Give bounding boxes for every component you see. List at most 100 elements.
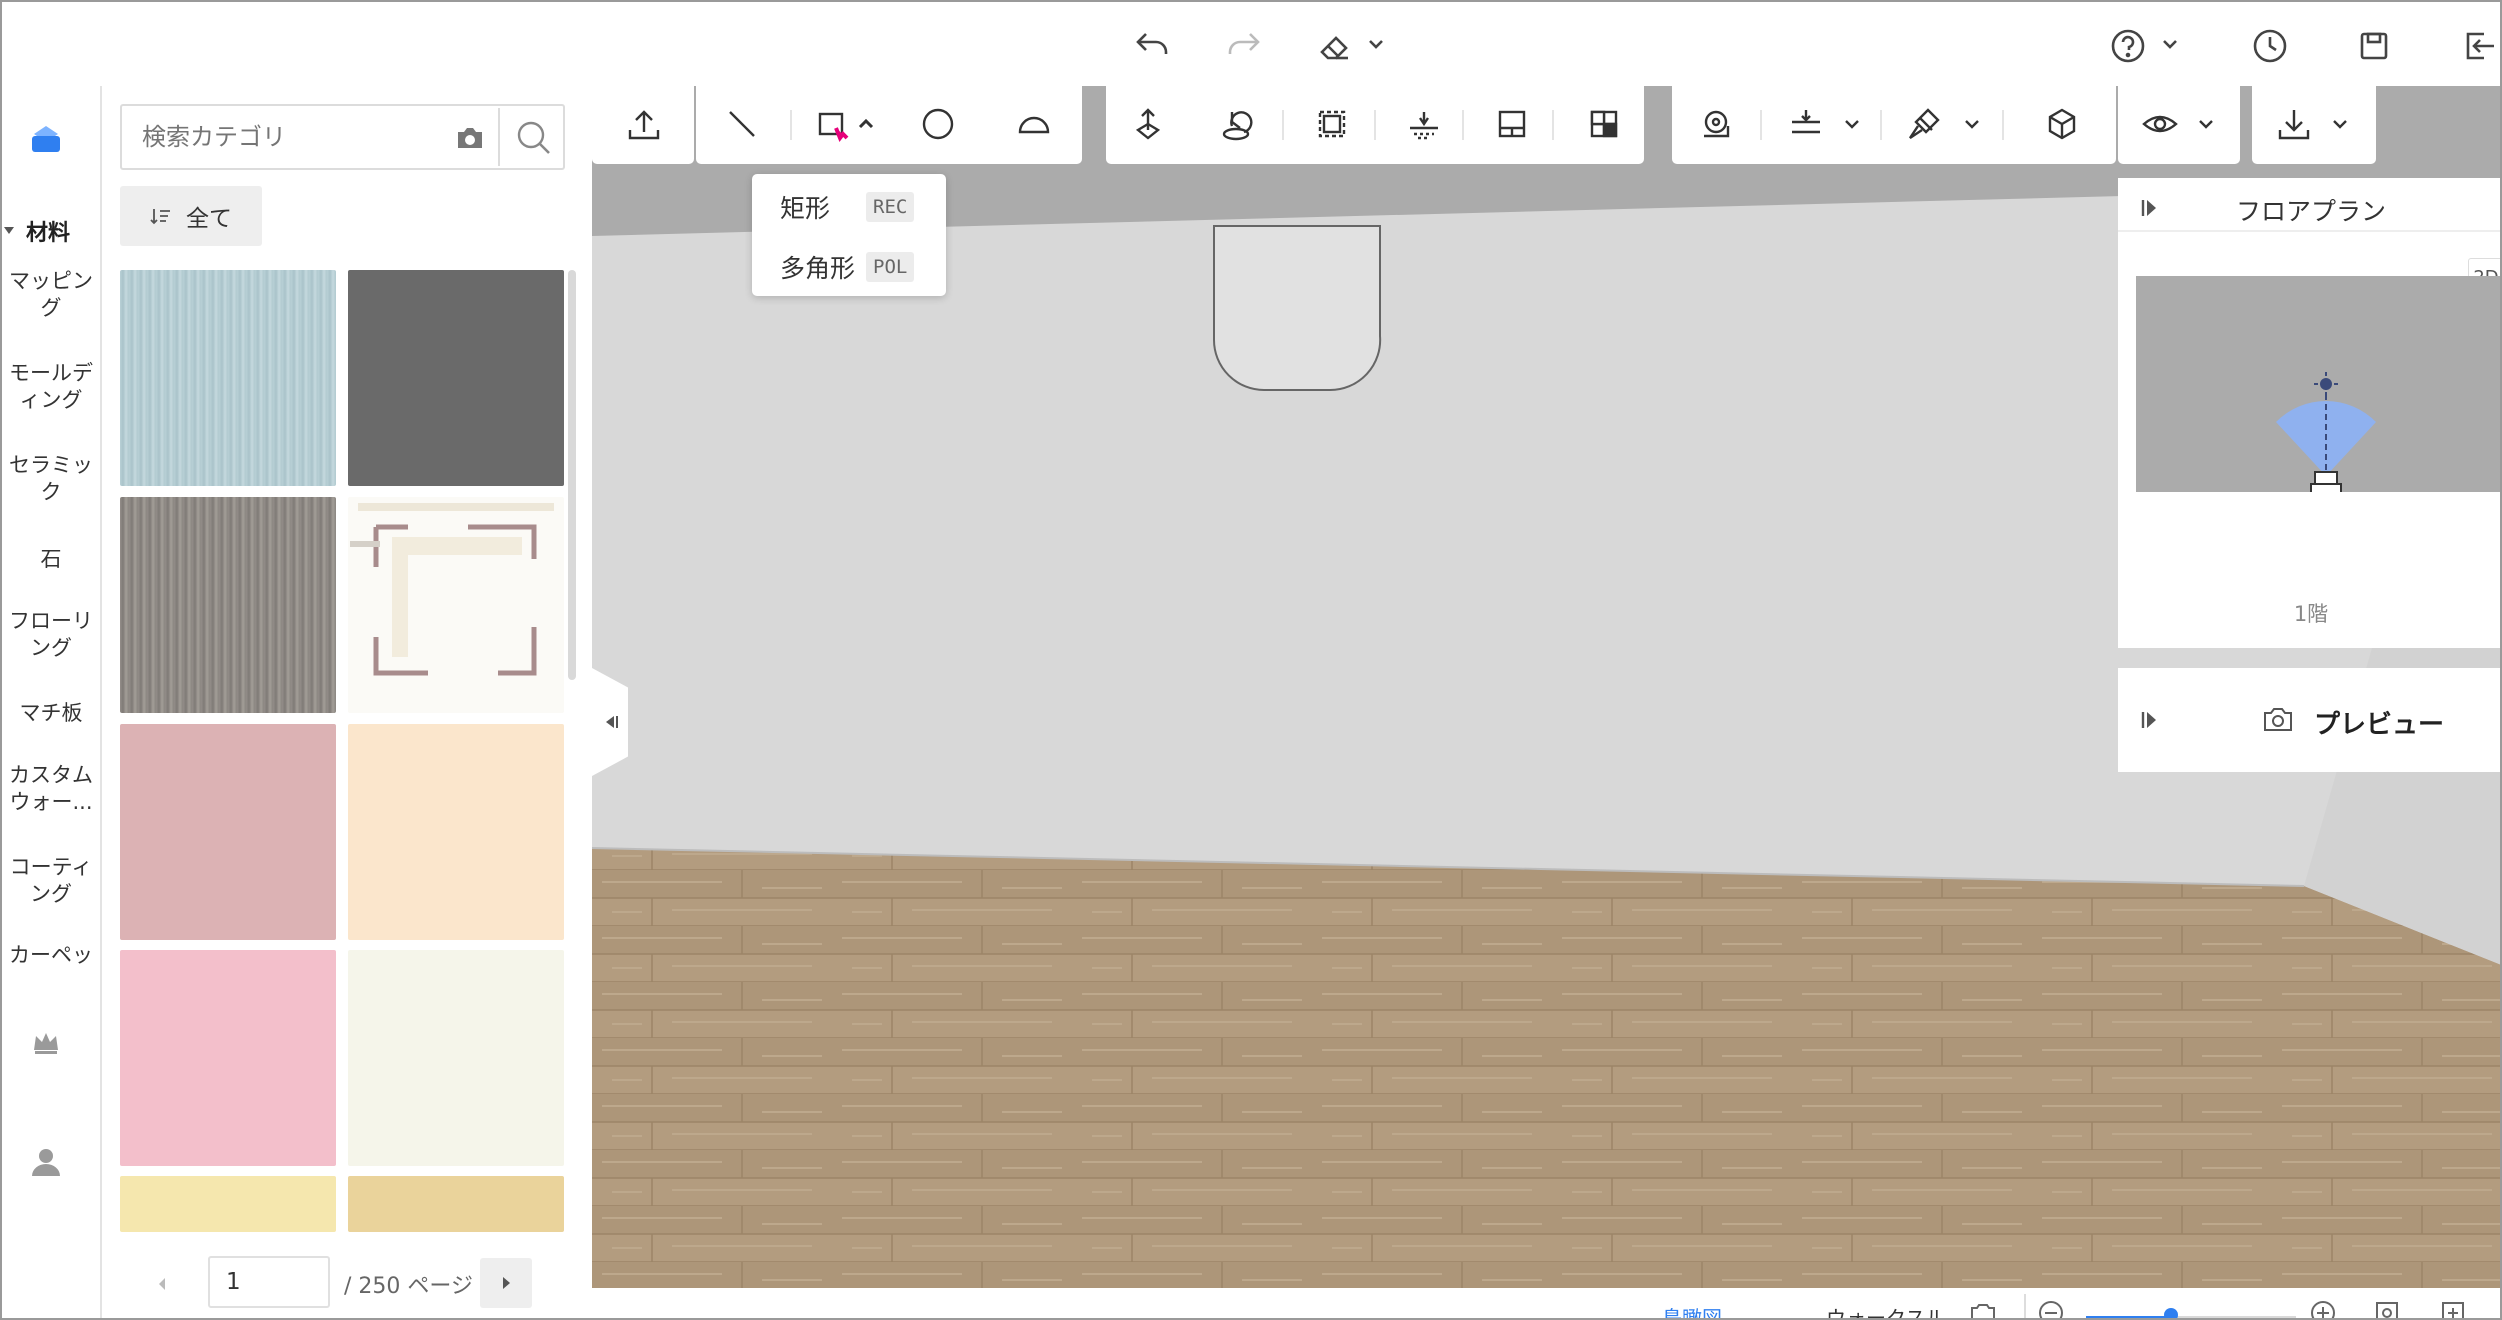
move-icon[interactable] bbox=[1128, 104, 1168, 144]
tab-birds-eye[interactable]: 鳥瞰図 bbox=[1662, 1302, 1722, 1318]
zoom-in-icon[interactable] bbox=[2308, 1298, 2338, 1318]
rail-item-ceramic[interactable]: セラミック bbox=[2, 452, 100, 508]
search-box bbox=[120, 104, 565, 170]
redo-icon[interactable] bbox=[1224, 24, 1264, 64]
materials-section-header[interactable]: 材料 bbox=[2, 216, 100, 246]
expand-panel-icon[interactable] bbox=[2138, 708, 2162, 732]
material-swatch[interactable] bbox=[120, 724, 336, 940]
circle-icon[interactable] bbox=[918, 104, 958, 144]
download-icon[interactable] bbox=[2274, 104, 2314, 144]
fullscreen-icon[interactable] bbox=[2438, 1298, 2468, 1318]
app-window: 材料 マッピング モールディング セラミック 石 フローリング マチ板 カスタム… bbox=[0, 0, 2502, 1320]
exit-icon[interactable] bbox=[2458, 26, 2498, 66]
search-input[interactable] bbox=[122, 106, 452, 168]
menu-item-polygon[interactable]: 多角形 POL bbox=[752, 238, 946, 296]
rail-item-label: コーティング bbox=[9, 855, 93, 906]
material-swatch[interactable] bbox=[120, 950, 336, 1166]
zoom-slider[interactable] bbox=[2086, 1316, 2296, 1318]
chevron-up-icon[interactable] bbox=[854, 112, 878, 136]
menu-item-label: 矩形 bbox=[780, 194, 831, 223]
material-swatch[interactable] bbox=[348, 950, 564, 1166]
camera-icon[interactable] bbox=[2260, 702, 2296, 738]
screenshot-icon[interactable] bbox=[1968, 1298, 1998, 1318]
zoom-out-icon[interactable] bbox=[2036, 1298, 2066, 1318]
rail-item-label: セラミック bbox=[9, 453, 93, 504]
rail-item-stone[interactable]: 石 bbox=[2, 546, 100, 576]
panel-scrollbar[interactable] bbox=[568, 270, 576, 680]
pagination: / 250 ページ bbox=[102, 1246, 592, 1318]
camera-search-icon[interactable] bbox=[452, 120, 488, 156]
rectangle-icon[interactable] bbox=[812, 104, 852, 144]
arc-icon[interactable] bbox=[1014, 104, 1054, 144]
status-divider bbox=[2024, 1294, 2026, 1318]
level-icon[interactable] bbox=[1786, 104, 1826, 144]
fit-view-icon[interactable] bbox=[2372, 1298, 2402, 1318]
rail-item-label: フローリング bbox=[9, 609, 93, 660]
toolbar-separator bbox=[790, 110, 792, 140]
align-icon[interactable] bbox=[1404, 104, 1444, 144]
toolbar-separator bbox=[1880, 110, 1882, 140]
history-icon[interactable] bbox=[2250, 26, 2290, 66]
tab-walkthrough[interactable]: ウォークスル bbox=[1826, 1302, 1945, 1318]
toolbar-separator bbox=[1282, 110, 1284, 140]
measure-icon[interactable] bbox=[1696, 104, 1736, 144]
rail-item-board[interactable]: マチ板 bbox=[2, 700, 100, 730]
next-page-button[interactable] bbox=[480, 1258, 532, 1308]
prev-page-icon[interactable] bbox=[148, 1270, 176, 1298]
rail-item-molding[interactable]: モールディング bbox=[2, 360, 100, 416]
rail-item-label: マチ板 bbox=[19, 701, 83, 725]
chevron-down-icon[interactable] bbox=[2194, 112, 2218, 136]
toolbar-separator bbox=[1462, 110, 1464, 140]
materials-icon[interactable] bbox=[24, 118, 68, 162]
split-icon[interactable] bbox=[1492, 104, 1532, 144]
material-swatch[interactable] bbox=[120, 1176, 336, 1232]
rail-item-flooring[interactable]: フローリング bbox=[2, 608, 100, 664]
floorplan-title: フロアプラン bbox=[2235, 197, 2386, 226]
menu-item-rectangle[interactable]: 矩形 REC bbox=[752, 178, 946, 236]
chevron-down-icon[interactable] bbox=[1960, 112, 1984, 136]
cube-icon[interactable] bbox=[2042, 104, 2082, 144]
material-swatch[interactable] bbox=[348, 724, 564, 940]
page-number-input[interactable] bbox=[208, 1256, 330, 1308]
floorplan-map[interactable] bbox=[2136, 276, 2500, 492]
eraser-icon[interactable] bbox=[1314, 26, 1354, 66]
rail-item-label: モールディング bbox=[9, 361, 93, 412]
quadrant-icon[interactable] bbox=[1584, 104, 1624, 144]
chevron-down-icon[interactable] bbox=[2158, 32, 2182, 56]
rotate-icon[interactable] bbox=[1218, 104, 1258, 144]
search-divider bbox=[498, 108, 500, 166]
material-swatch[interactable] bbox=[348, 270, 564, 486]
material-swatch[interactable] bbox=[120, 270, 336, 486]
material-swatch[interactable] bbox=[348, 497, 564, 713]
material-swatch[interactable] bbox=[348, 1176, 564, 1232]
upload-icon[interactable] bbox=[624, 104, 664, 144]
paint-brush-icon[interactable] bbox=[1904, 104, 1944, 144]
floorplan-card: フロアプラン 2D 1階 bbox=[2118, 178, 2500, 648]
toolbar-group-import bbox=[592, 86, 694, 164]
select-area-icon[interactable] bbox=[1312, 104, 1352, 144]
floor-label[interactable]: 1階 bbox=[2118, 598, 2500, 628]
rail-item-coating[interactable]: コーティング bbox=[2, 854, 100, 910]
search-icon[interactable] bbox=[514, 118, 554, 158]
sort-icon bbox=[150, 209, 170, 225]
zoom-slider-handle[interactable] bbox=[2164, 1308, 2178, 1318]
toolbar-group-export bbox=[2252, 86, 2376, 164]
crown-icon[interactable] bbox=[26, 1022, 66, 1062]
filter-all-button[interactable]: 全て bbox=[120, 186, 262, 246]
rail-item-custom-wall[interactable]: カスタムウォー... bbox=[2, 762, 100, 818]
rail-item-carpet[interactable]: カーペッ bbox=[2, 942, 100, 972]
chevron-down-icon[interactable] bbox=[2328, 112, 2352, 136]
collapse-left-icon bbox=[606, 716, 618, 728]
eye-icon[interactable] bbox=[2140, 104, 2180, 144]
line-icon[interactable] bbox=[722, 104, 762, 144]
save-icon[interactable] bbox=[2354, 26, 2394, 66]
menu-item-label: 多角形 bbox=[780, 254, 856, 283]
rail-item-mapping[interactable]: マッピング bbox=[2, 268, 100, 324]
material-swatch[interactable] bbox=[120, 497, 336, 713]
toolbar-group-view bbox=[2118, 86, 2240, 164]
chevron-down-icon[interactable] bbox=[1840, 112, 1864, 136]
chevron-down-icon[interactable] bbox=[1364, 32, 1388, 56]
help-icon[interactable] bbox=[2108, 26, 2148, 66]
user-icon[interactable] bbox=[26, 1142, 66, 1182]
undo-icon[interactable] bbox=[1132, 24, 1172, 64]
